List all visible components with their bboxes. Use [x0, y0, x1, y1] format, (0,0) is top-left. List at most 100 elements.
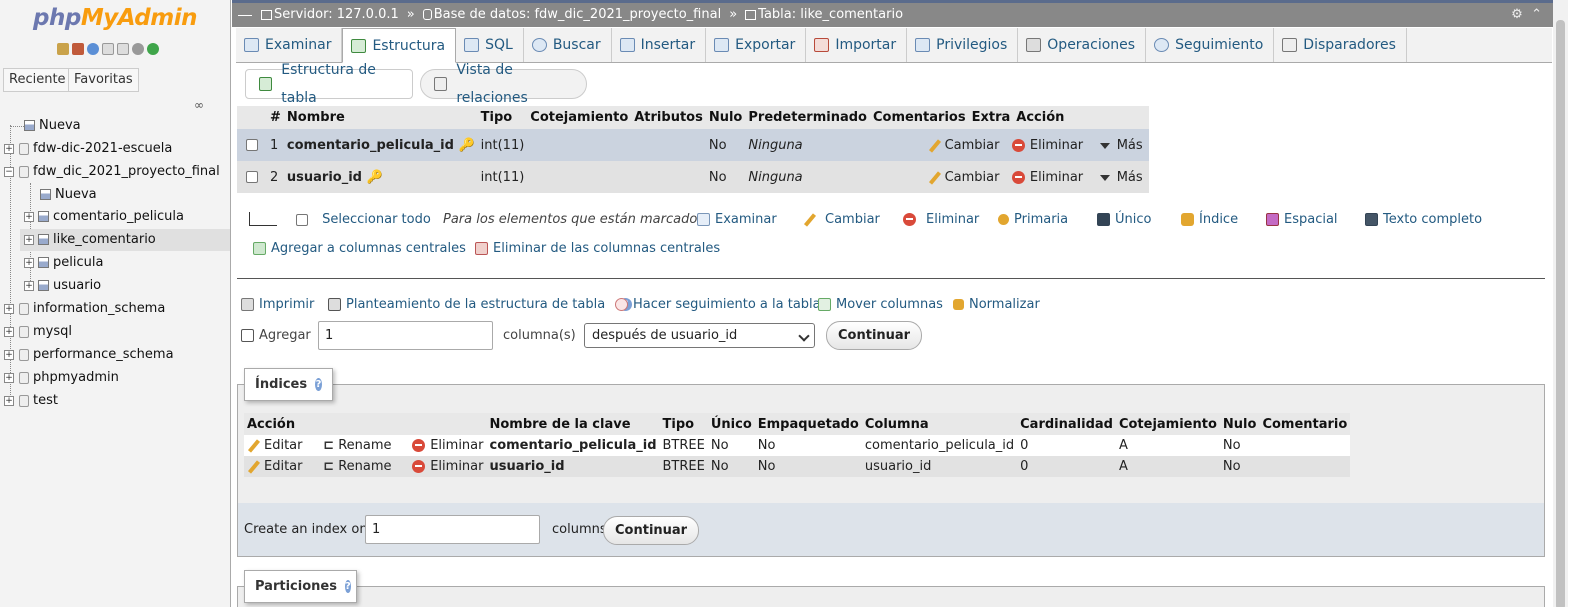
collapse-panel-icon[interactable] [238, 15, 252, 16]
select-all-checkbox[interactable] [296, 213, 308, 226]
expand-icon[interactable]: + [4, 326, 14, 337]
collapse-top-icon[interactable]: ⌃ [1531, 7, 1542, 22]
expand-icon[interactable]: + [4, 395, 14, 406]
bulk-drop-button[interactable]: Eliminar [903, 212, 979, 227]
tree-item-db[interactable]: − fdw_dic_2021_proyecto_final [4, 161, 220, 183]
column-header[interactable]: Tipo [477, 106, 528, 129]
drop-button[interactable]: Eliminar [1011, 170, 1083, 185]
tree-item-table[interactable]: + pelicula [24, 252, 103, 274]
gear-icon[interactable]: ⚙ [1511, 7, 1523, 22]
help-icon[interactable]: ? [315, 378, 322, 391]
column-header[interactable]: Atributos [631, 106, 706, 129]
tree-item-db[interactable]: + fdw-dic-2021-escuela [4, 138, 172, 160]
table-row[interactable]: 2 usuario_id 🔑 int(11) No Ninguna Cambia… [237, 161, 1149, 193]
home-icon[interactable] [57, 43, 69, 55]
row-checkbox[interactable] [246, 171, 258, 183]
add-columns-continue-button[interactable]: Continuar [826, 321, 923, 350]
remove-central-columns-button[interactable]: Eliminar de las columnas centrales [475, 241, 720, 256]
recent-button[interactable]: Reciente [3, 68, 72, 92]
column-header[interactable]: Nombre [283, 106, 478, 129]
help-icon[interactable] [87, 43, 99, 55]
column-header[interactable]: Nulo [705, 106, 746, 129]
tab-triggers[interactable]: Disparadores [1274, 28, 1407, 62]
bulk-primary-button[interactable]: Primaria [998, 212, 1068, 227]
drop-index-button[interactable]: Eliminar [412, 438, 483, 453]
favorites-button[interactable]: Favoritas [68, 68, 139, 92]
scrollbar-thumb[interactable] [1556, 20, 1565, 607]
add-central-columns-button[interactable]: Agregar a columnas centrales [253, 241, 466, 256]
expand-icon[interactable]: + [4, 349, 14, 360]
breadcrumb-server[interactable]: Servidor: 127.0.0.1 [274, 7, 399, 22]
move-columns-button[interactable]: Mover columnas [818, 297, 943, 312]
tab-export[interactable]: Exportar [706, 28, 807, 62]
gear-icon[interactable] [132, 43, 144, 55]
tree-item-new-db[interactable]: Nueva [10, 115, 81, 137]
docs-icon[interactable] [102, 43, 114, 55]
tab-insert[interactable]: Insertar [612, 28, 707, 62]
collapse-icon[interactable]: − [4, 166, 14, 177]
rename-index-button[interactable]: ⊏ Rename [323, 459, 391, 474]
tree-item-db[interactable]: + performance_schema [4, 344, 174, 366]
track-table-button[interactable]: Hacer seguimiento a la tabla [615, 297, 821, 312]
create-index-columns-input[interactable]: 1 [365, 515, 540, 544]
expand-icon[interactable]: + [24, 234, 34, 245]
link-icon[interactable]: ∞ [194, 98, 204, 112]
tab-privileges[interactable]: Privilegios [907, 28, 1019, 62]
breadcrumb-table[interactable]: Tabla: like_comentario [758, 7, 903, 22]
bulk-browse-button[interactable]: Examinar [697, 212, 777, 227]
drop-button[interactable]: Eliminar [1011, 138, 1083, 153]
tree-item-db[interactable]: + mysql [4, 321, 72, 343]
tree-item-db[interactable]: + phpmyadmin [4, 367, 119, 389]
bulk-fulltext-button[interactable]: Texto completo [1365, 212, 1482, 227]
expand-icon[interactable]: + [4, 303, 14, 314]
bulk-unique-button[interactable]: Único [1097, 212, 1151, 227]
tab-tracking[interactable]: Seguimiento [1146, 28, 1275, 62]
bulk-index-button[interactable]: Índice [1181, 212, 1238, 227]
expand-icon[interactable]: + [24, 257, 34, 268]
more-button[interactable]: Más [1099, 170, 1143, 185]
edit-index-button[interactable]: Editar [247, 459, 303, 474]
column-header[interactable]: Predeterminado [745, 106, 870, 129]
expand-icon[interactable]: + [24, 280, 34, 291]
column-position-select[interactable]: después de usuario_id [584, 323, 815, 348]
bulk-change-button[interactable]: Cambiar [803, 212, 880, 227]
reload-icon[interactable] [147, 43, 159, 55]
tree-item-table[interactable]: + usuario [24, 275, 101, 297]
expand-icon[interactable]: + [4, 143, 14, 154]
propose-structure-button[interactable]: Planteamiento de la estructura de tabla … [328, 297, 633, 312]
select-all[interactable]: Seleccionar todo [296, 212, 431, 227]
edit-index-button[interactable]: Editar [247, 438, 303, 453]
column-header[interactable]: Comentarios [869, 106, 969, 129]
column-header[interactable]: Cotejamiento [527, 106, 632, 129]
normalize-button[interactable]: Normalizar [953, 297, 1040, 312]
print-button[interactable]: Imprimir [241, 297, 314, 312]
breadcrumb-database[interactable]: Base de datos: fdw_dic_2021_proyecto_fin… [434, 7, 721, 22]
expand-icon[interactable]: + [24, 211, 34, 222]
tab-operations[interactable]: Operaciones [1018, 28, 1147, 62]
tree-item-table[interactable]: + comentario_pelicula [24, 206, 230, 228]
select-all-label[interactable]: Seleccionar todo [322, 212, 431, 227]
logout-icon[interactable] [72, 43, 84, 55]
change-button[interactable]: Cambiar [928, 138, 1000, 153]
column-header[interactable]: Extra [968, 106, 1014, 129]
change-button[interactable]: Cambiar [928, 170, 1000, 185]
rename-index-button[interactable]: ⊏ Rename [323, 438, 391, 453]
row-checkbox[interactable] [246, 139, 258, 151]
relations-subtab[interactable]: Vista de relaciones [420, 62, 587, 106]
add-columns-count-input[interactable]: 1 [318, 321, 493, 350]
sql-docs-icon[interactable] [117, 43, 129, 55]
expand-icon[interactable]: + [4, 372, 14, 383]
tree-item-new-table[interactable]: Nueva [30, 184, 97, 206]
bulk-spatial-button[interactable]: Espacial [1266, 212, 1338, 227]
more-button[interactable]: Más [1099, 138, 1143, 153]
tree-item-db[interactable]: + information_schema [4, 298, 165, 320]
tab-import[interactable]: Importar [806, 28, 908, 62]
table-row[interactable]: 1 comentario_pelicula_id 🔑 int(11) No Ni… [237, 129, 1149, 161]
phpmyadmin-logo[interactable]: phpMyAdmin [33, 5, 197, 31]
drop-index-button[interactable]: Eliminar [412, 459, 483, 474]
create-index-continue-button[interactable]: Continuar [603, 516, 700, 545]
structure-subtab[interactable]: Estructura de tabla [245, 62, 413, 106]
tree-item-db[interactable]: + test [4, 390, 58, 412]
help-icon[interactable]: ? [344, 580, 351, 593]
tree-item-table-selected[interactable]: + like_comentario [20, 229, 230, 251]
